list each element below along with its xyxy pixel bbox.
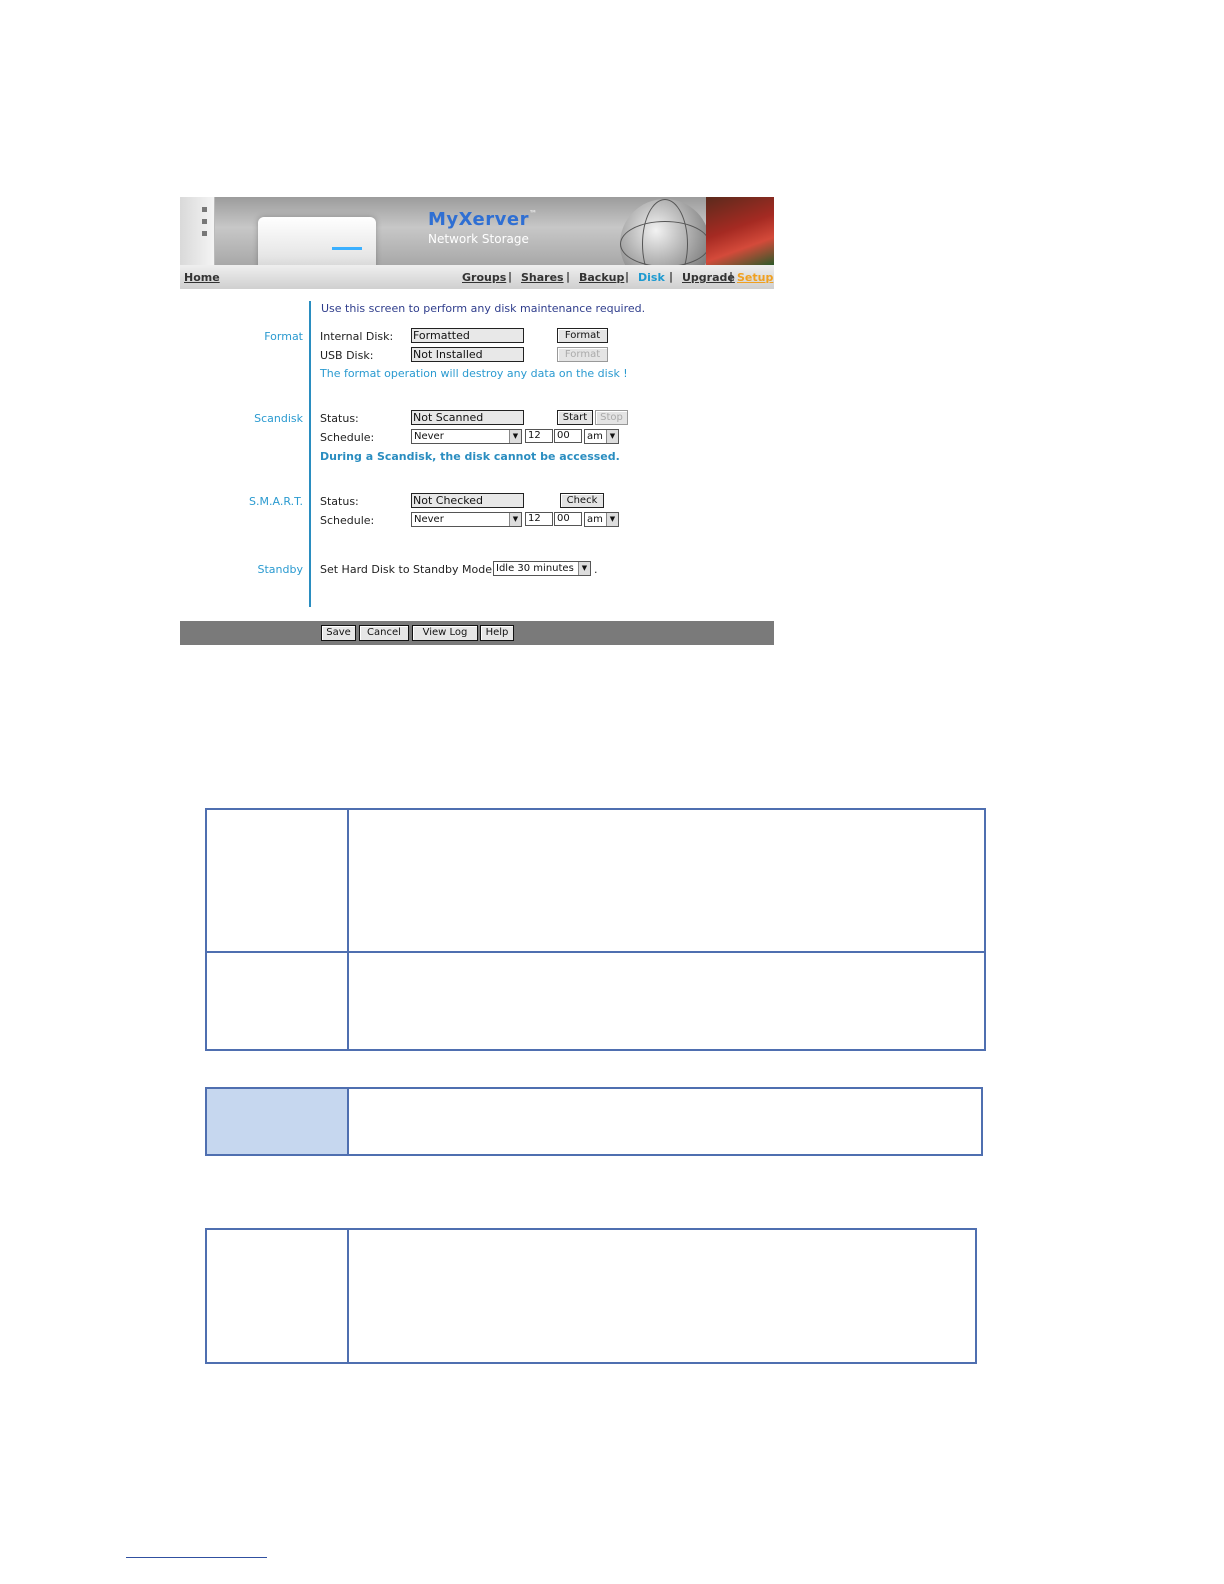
dropdown-arrow-icon: ▼: [509, 513, 521, 526]
format-internal-button[interactable]: Format: [557, 328, 608, 343]
dropdown-arrow-icon: ▼: [509, 430, 521, 443]
description-table: [205, 808, 986, 1051]
nav-separator: |: [566, 270, 571, 283]
scandisk-ampm-select[interactable]: am ▼: [584, 429, 619, 444]
smart-schedule-label: Schedule:: [320, 514, 375, 527]
scandisk-start-button[interactable]: Start: [557, 410, 593, 425]
scandisk-schedule-select[interactable]: Never ▼: [411, 429, 522, 444]
smart-check-button[interactable]: Check: [560, 493, 604, 508]
standby-trailing-period: .: [594, 563, 598, 576]
footnote-separator: [126, 1557, 267, 1558]
device-side-image: [180, 197, 215, 265]
usb-disk-status-field: Not Installed: [411, 347, 524, 362]
nav-shares-link[interactable]: Shares: [521, 271, 564, 284]
scandisk-stop-button[interactable]: Stop: [595, 410, 628, 425]
scandisk-hour-input[interactable]: 12: [525, 429, 553, 443]
view-log-button[interactable]: View Log: [412, 625, 478, 641]
format-section-label: Format: [264, 330, 303, 343]
globe-image: [620, 199, 710, 265]
nav-separator: |: [729, 270, 734, 283]
dropdown-arrow-icon: ▼: [606, 513, 618, 526]
smart-minute-input[interactable]: 00: [554, 512, 582, 526]
scandisk-schedule-label: Schedule:: [320, 431, 375, 444]
nav-home-link[interactable]: Home: [184, 271, 220, 284]
brand-subtitle: Network Storage: [428, 232, 529, 246]
standby-section-label: Standby: [257, 563, 303, 576]
nav-bar: Home Groups | Shares | Backup | Disk | U…: [180, 265, 774, 289]
nav-separator: |: [625, 270, 630, 283]
save-button[interactable]: Save: [321, 625, 356, 641]
smart-section-label: S.M.A.R.T.: [249, 495, 303, 508]
action-bar: Save Cancel View Log Help: [180, 621, 774, 645]
table-row-divider: [207, 951, 984, 953]
dropdown-arrow-icon: ▼: [578, 562, 590, 575]
family-photo: [706, 197, 774, 265]
nav-setup-link[interactable]: Setup: [737, 271, 773, 284]
brand-logo: MyXerver™: [428, 209, 538, 230]
scandisk-section-label: Scandisk: [254, 412, 303, 425]
dropdown-arrow-icon: ▼: [606, 430, 618, 443]
smart-ampm-value: am: [587, 514, 603, 525]
table-column-divider: [347, 1230, 349, 1362]
section-divider: [309, 301, 311, 607]
nav-groups-link[interactable]: Groups: [462, 271, 506, 284]
header-banner: MyXerver™ Network Storage: [180, 197, 774, 265]
disk-content: Use this screen to perform any disk main…: [180, 289, 774, 611]
cancel-button[interactable]: Cancel: [359, 625, 409, 641]
internal-disk-label: Internal Disk:: [320, 330, 394, 343]
standby-text: Set Hard Disk to Standby Mode after: [320, 563, 522, 576]
scandisk-minute-input[interactable]: 00: [554, 429, 582, 443]
nav-disk-link[interactable]: Disk: [638, 271, 665, 284]
settings-table: [205, 1228, 977, 1364]
smart-status-field: Not Checked: [411, 493, 524, 508]
scandisk-status-label: Status:: [320, 412, 359, 425]
nav-backup-link[interactable]: Backup: [579, 271, 624, 284]
intro-text: Use this screen to perform any disk main…: [321, 302, 646, 315]
smart-ampm-select[interactable]: am ▼: [584, 512, 619, 527]
note-label-cell: [207, 1089, 347, 1154]
standby-idle-select[interactable]: Idle 30 minutes ▼: [493, 561, 591, 576]
standby-idle-value: Idle 30 minutes: [496, 563, 574, 574]
smart-schedule-select[interactable]: Never ▼: [411, 512, 522, 527]
nav-separator: |: [508, 270, 513, 283]
scandisk-schedule-value: Never: [414, 431, 444, 442]
smart-status-label: Status:: [320, 495, 359, 508]
format-usb-button[interactable]: Format: [557, 347, 608, 362]
smart-schedule-value: Never: [414, 514, 444, 525]
internal-disk-status-field: Formatted: [411, 328, 524, 343]
disk-settings-screenshot: MyXerver™ Network Storage Home Groups | …: [180, 197, 774, 645]
help-button[interactable]: Help: [480, 625, 514, 641]
nav-separator: |: [669, 270, 674, 283]
note-table: [205, 1087, 983, 1156]
scandisk-status-field: Not Scanned: [411, 410, 524, 425]
table-column-divider: [347, 810, 349, 1049]
scandisk-ampm-value: am: [587, 431, 603, 442]
format-warning: The format operation will destroy any da…: [320, 367, 628, 380]
table-column-divider: [347, 1089, 349, 1154]
scandisk-note: During a Scandisk, the disk cannot be ac…: [320, 450, 620, 463]
nav-upgrade-link[interactable]: Upgrade: [682, 271, 735, 284]
storage-device-image: [258, 217, 376, 265]
smart-hour-input[interactable]: 12: [525, 512, 553, 526]
usb-disk-label: USB Disk:: [320, 349, 374, 362]
